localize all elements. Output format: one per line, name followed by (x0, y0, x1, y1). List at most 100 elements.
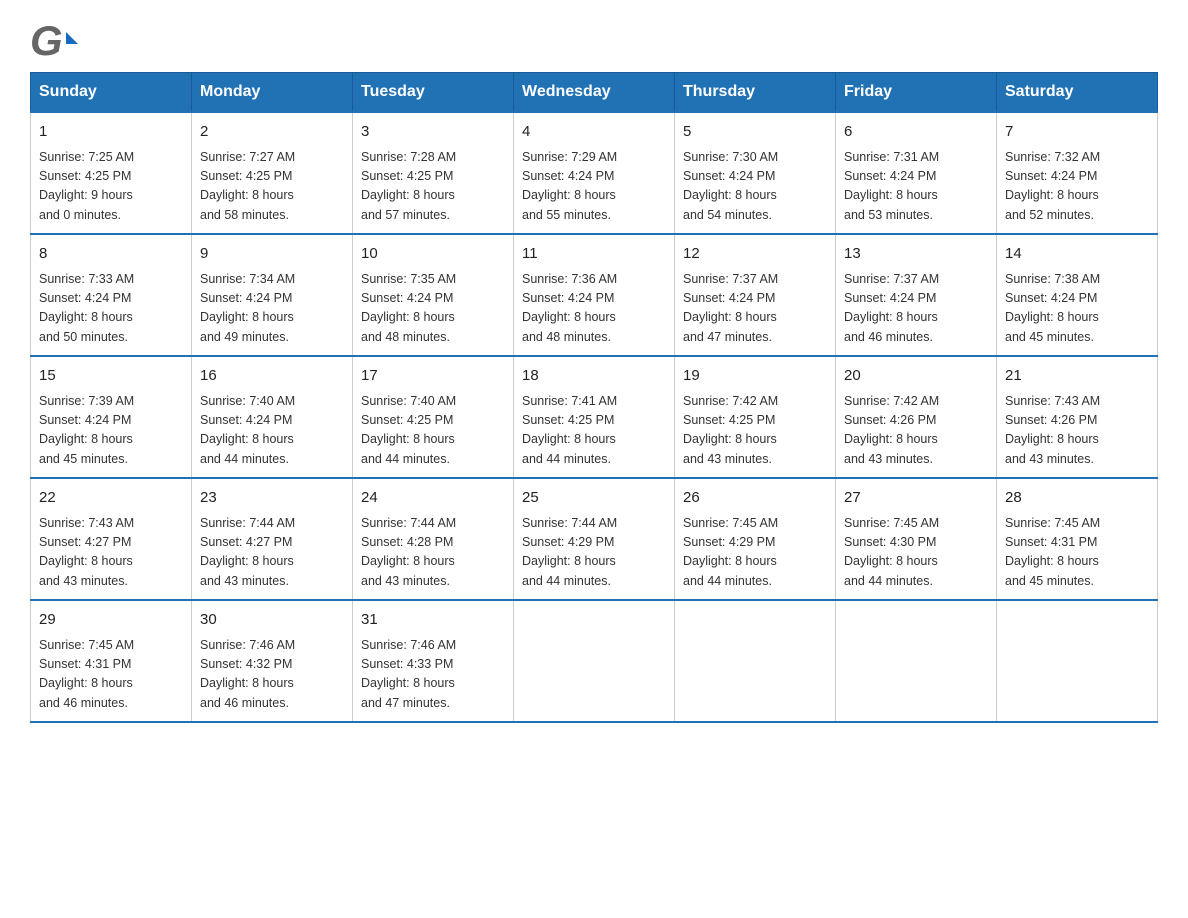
day-info: Sunrise: 7:38 AMSunset: 4:24 PMDaylight:… (1005, 270, 1149, 348)
day-info: Sunrise: 7:43 AMSunset: 4:27 PMDaylight:… (39, 514, 183, 592)
day-number: 12 (683, 243, 827, 266)
calendar-cell: 11 Sunrise: 7:36 AMSunset: 4:24 PMDayligh… (514, 234, 675, 356)
day-number: 11 (522, 243, 666, 266)
day-number: 19 (683, 365, 827, 388)
calendar-cell: 20 Sunrise: 7:42 AMSunset: 4:26 PMDayligh… (836, 356, 997, 478)
week-row-4: 22Sunrise: 7:43 AMSunset: 4:27 PMDayligh… (31, 478, 1158, 600)
calendar-cell: 31 Sunrise: 7:46 AMSunset: 4:33 PMDayligh… (353, 600, 514, 722)
weekday-header-sunday: Sunday (31, 73, 192, 113)
day-info: Sunrise: 7:46 AMSunset: 4:32 PMDaylight:… (200, 636, 344, 714)
day-info: Sunrise: 7:43 AMSunset: 4:26 PMDaylight:… (1005, 392, 1149, 470)
day-info: Sunrise: 7:41 AMSunset: 4:25 PMDaylight:… (522, 392, 666, 470)
day-info: Sunrise: 7:42 AMSunset: 4:26 PMDaylight:… (844, 392, 988, 470)
calendar-cell: 16Sunrise: 7:40 AMSunset: 4:24 PMDayligh… (192, 356, 353, 478)
day-info: Sunrise: 7:45 AMSunset: 4:31 PMDaylight:… (1005, 514, 1149, 592)
day-info: Sunrise: 7:37 AMSunset: 4:24 PMDaylight:… (844, 270, 988, 348)
page-header: G (30, 20, 1158, 62)
weekday-header-wednesday: Wednesday (514, 73, 675, 113)
calendar-cell: 1 Sunrise: 7:25 AMSunset: 4:25 PMDaylight… (31, 112, 192, 234)
calendar-cell: 2 Sunrise: 7:27 AMSunset: 4:25 PMDaylight… (192, 112, 353, 234)
weekday-header-monday: Monday (192, 73, 353, 113)
week-row-2: 8 Sunrise: 7:33 AMSunset: 4:24 PMDaylight… (31, 234, 1158, 356)
day-number: 30 (200, 609, 344, 632)
calendar-cell: 12 Sunrise: 7:37 AMSunset: 4:24 PMDayligh… (675, 234, 836, 356)
day-number: 8 (39, 243, 183, 266)
calendar-cell: 6 Sunrise: 7:31 AMSunset: 4:24 PMDaylight… (836, 112, 997, 234)
day-number: 31 (361, 609, 505, 632)
calendar-cell: 9Sunrise: 7:34 AMSunset: 4:24 PMDaylight… (192, 234, 353, 356)
calendar-cell: 22Sunrise: 7:43 AMSunset: 4:27 PMDayligh… (31, 478, 192, 600)
day-number: 13 (844, 243, 988, 266)
calendar-cell: 19 Sunrise: 7:42 AMSunset: 4:25 PMDayligh… (675, 356, 836, 478)
day-number: 27 (844, 487, 988, 510)
weekday-header-tuesday: Tuesday (353, 73, 514, 113)
day-info: Sunrise: 7:44 AMSunset: 4:28 PMDaylight:… (361, 514, 505, 592)
calendar-cell: 10 Sunrise: 7:35 AMSunset: 4:24 PMDayligh… (353, 234, 514, 356)
day-info: Sunrise: 7:29 AMSunset: 4:24 PMDaylight:… (522, 148, 666, 226)
logo: G (30, 20, 78, 62)
day-number: 26 (683, 487, 827, 510)
calendar-cell: 30 Sunrise: 7:46 AMSunset: 4:32 PMDayligh… (192, 600, 353, 722)
calendar-cell: 18 Sunrise: 7:41 AMSunset: 4:25 PMDayligh… (514, 356, 675, 478)
day-number: 18 (522, 365, 666, 388)
calendar-cell: 28Sunrise: 7:45 AMSunset: 4:31 PMDayligh… (997, 478, 1158, 600)
day-info: Sunrise: 7:44 AMSunset: 4:27 PMDaylight:… (200, 514, 344, 592)
week-row-5: 29 Sunrise: 7:45 AMSunset: 4:31 PMDayligh… (31, 600, 1158, 722)
weekday-header-thursday: Thursday (675, 73, 836, 113)
day-number: 4 (522, 121, 666, 144)
calendar-cell: 21 Sunrise: 7:43 AMSunset: 4:26 PMDayligh… (997, 356, 1158, 478)
weekday-header-row: SundayMondayTuesdayWednesdayThursdayFrid… (31, 73, 1158, 113)
logo-area: G (30, 20, 78, 62)
day-info: Sunrise: 7:37 AMSunset: 4:24 PMDaylight:… (683, 270, 827, 348)
calendar-cell: 8 Sunrise: 7:33 AMSunset: 4:24 PMDaylight… (31, 234, 192, 356)
day-number: 21 (1005, 365, 1149, 388)
calendar-cell: 13 Sunrise: 7:37 AMSunset: 4:24 PMDayligh… (836, 234, 997, 356)
logo-text-block (65, 32, 78, 50)
week-row-3: 15 Sunrise: 7:39 AMSunset: 4:24 PMDayligh… (31, 356, 1158, 478)
day-info: Sunrise: 7:31 AMSunset: 4:24 PMDaylight:… (844, 148, 988, 226)
calendar-cell: 14 Sunrise: 7:38 AMSunset: 4:24 PMDayligh… (997, 234, 1158, 356)
day-info: Sunrise: 7:28 AMSunset: 4:25 PMDaylight:… (361, 148, 505, 226)
day-number: 20 (844, 365, 988, 388)
day-info: Sunrise: 7:27 AMSunset: 4:25 PMDaylight:… (200, 148, 344, 226)
calendar-cell (675, 600, 836, 722)
day-number: 6 (844, 121, 988, 144)
day-info: Sunrise: 7:32 AMSunset: 4:24 PMDaylight:… (1005, 148, 1149, 226)
day-info: Sunrise: 7:33 AMSunset: 4:24 PMDaylight:… (39, 270, 183, 348)
day-number: 14 (1005, 243, 1149, 266)
day-number: 9 (200, 243, 344, 266)
calendar-table: SundayMondayTuesdayWednesdayThursdayFrid… (30, 72, 1158, 723)
calendar-cell: 23 Sunrise: 7:44 AMSunset: 4:27 PMDayligh… (192, 478, 353, 600)
day-number: 15 (39, 365, 183, 388)
day-info: Sunrise: 7:45 AMSunset: 4:30 PMDaylight:… (844, 514, 988, 592)
logo-arrow-icon (66, 32, 78, 44)
day-info: Sunrise: 7:35 AMSunset: 4:24 PMDaylight:… (361, 270, 505, 348)
calendar-cell: 29 Sunrise: 7:45 AMSunset: 4:31 PMDayligh… (31, 600, 192, 722)
day-number: 10 (361, 243, 505, 266)
day-info: Sunrise: 7:30 AMSunset: 4:24 PMDaylight:… (683, 148, 827, 226)
calendar-cell: 3Sunrise: 7:28 AMSunset: 4:25 PMDaylight… (353, 112, 514, 234)
day-info: Sunrise: 7:40 AMSunset: 4:25 PMDaylight:… (361, 392, 505, 470)
day-info: Sunrise: 7:45 AMSunset: 4:29 PMDaylight:… (683, 514, 827, 592)
weekday-header-friday: Friday (836, 73, 997, 113)
day-number: 17 (361, 365, 505, 388)
day-number: 29 (39, 609, 183, 632)
day-info: Sunrise: 7:36 AMSunset: 4:24 PMDaylight:… (522, 270, 666, 348)
day-info: Sunrise: 7:42 AMSunset: 4:25 PMDaylight:… (683, 392, 827, 470)
day-number: 1 (39, 121, 183, 144)
day-number: 5 (683, 121, 827, 144)
day-info: Sunrise: 7:46 AMSunset: 4:33 PMDaylight:… (361, 636, 505, 714)
day-info: Sunrise: 7:25 AMSunset: 4:25 PMDaylight:… (39, 148, 183, 226)
day-info: Sunrise: 7:40 AMSunset: 4:24 PMDaylight:… (200, 392, 344, 470)
day-number: 2 (200, 121, 344, 144)
calendar-cell: 25Sunrise: 7:44 AMSunset: 4:29 PMDayligh… (514, 478, 675, 600)
day-number: 23 (200, 487, 344, 510)
calendar-cell: 24 Sunrise: 7:44 AMSunset: 4:28 PMDayligh… (353, 478, 514, 600)
day-number: 24 (361, 487, 505, 510)
day-info: Sunrise: 7:45 AMSunset: 4:31 PMDaylight:… (39, 636, 183, 714)
calendar-cell: 15 Sunrise: 7:39 AMSunset: 4:24 PMDayligh… (31, 356, 192, 478)
day-info: Sunrise: 7:39 AMSunset: 4:24 PMDaylight:… (39, 392, 183, 470)
calendar-cell (836, 600, 997, 722)
day-info: Sunrise: 7:44 AMSunset: 4:29 PMDaylight:… (522, 514, 666, 592)
week-row-1: 1 Sunrise: 7:25 AMSunset: 4:25 PMDaylight… (31, 112, 1158, 234)
